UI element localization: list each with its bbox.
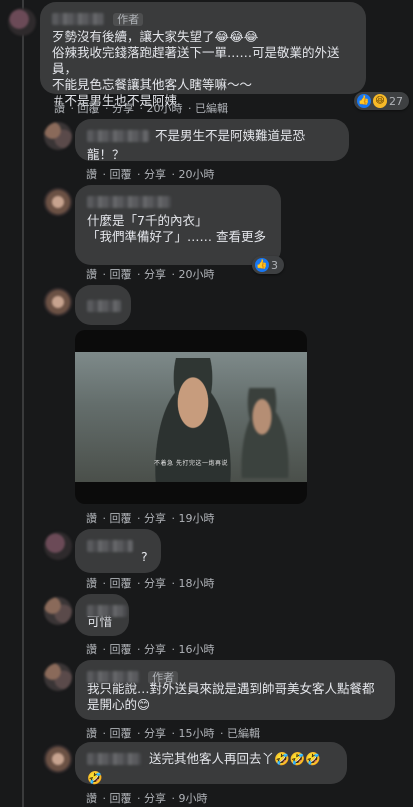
commenter-name[interactable] [87,752,141,765]
reply-link[interactable]: 回覆 [110,643,132,656]
reply-link[interactable]: 回覆 [110,268,132,281]
share-link[interactable]: 分享 [112,102,134,115]
thread-line [22,0,24,807]
like-reaction-icon: 👍 [255,258,269,272]
share-link[interactable]: 分享 [144,643,166,656]
comment-actions: 讚 · 回覆 · 分享 · 18小時 [86,577,215,590]
timestamp[interactable]: 15小時 [179,727,215,740]
comment-actions: 讚 · 回覆 · 分享 · 20小時 [86,268,215,281]
reply-link[interactable]: 回覆 [110,168,132,181]
avatar[interactable] [44,532,72,560]
timestamp[interactable]: 20小時 [147,102,183,115]
avatar[interactable] [44,745,72,773]
like-link[interactable]: 讚 [54,102,65,115]
commenter-name[interactable] [87,129,149,142]
avatar[interactable] [44,597,72,625]
comment-bubble: 不是男生不是阿姨難道是恐龍！？ [75,119,349,162]
avatar[interactable] [44,288,72,316]
share-link[interactable]: 分享 [144,792,166,805]
timestamp[interactable]: 20小時 [179,168,215,181]
share-link[interactable]: 分享 [144,168,166,181]
like-link[interactable]: 讚 [86,643,97,656]
comment-text: 什麼是「7千的內衣」 「我們準備好了」…… 查看更多 [87,213,266,244]
reaction-count: 3 [271,258,278,272]
commenter-name[interactable] [87,539,133,552]
timestamp[interactable]: 18小時 [179,577,215,590]
comment-bubble: 什麼是「7千的內衣」 「我們準備好了」…… 查看更多 [75,185,281,265]
edited-label[interactable]: 已編輯 [195,102,228,115]
haha-reaction-icon: 😆 [373,94,387,108]
reply-link[interactable]: 回覆 [110,512,132,525]
comment-bubble: 送完其他客人再回去丫🤣🤣🤣🤣 [75,742,347,785]
commenter-name[interactable] [52,12,104,25]
commenter-name[interactable] [87,195,171,208]
timestamp[interactable]: 19小時 [179,512,215,525]
reaction-count: 27 [389,94,403,108]
comment-text: 我只能說…對外送員來說是遇到帥哥美女客人點餐都 是開心的😊 [87,681,375,712]
video-subtitle: 不着急 先打完这一炮再说 [154,460,228,467]
reply-link[interactable]: 回覆 [110,792,132,805]
reply-link[interactable]: 回覆 [78,102,100,115]
commenter-name[interactable] [87,299,121,312]
video-attachment[interactable]: 不着急 先打完这一炮再说 [75,330,307,504]
author-badge: 作者 [113,12,144,26]
commenter-name[interactable] [87,670,139,683]
comment-bubble: 可惜 [75,594,129,636]
like-link[interactable]: 讚 [86,268,97,281]
timestamp[interactable]: 9小時 [179,792,208,805]
comment-bubble: ? [75,529,161,573]
comment-actions: 讚 · 回覆 · 分享 · 20小時 · 已編輯 [54,102,228,115]
avatar[interactable] [8,8,36,36]
timestamp[interactable]: 16小時 [179,643,215,656]
like-link[interactable]: 讚 [86,168,97,181]
timestamp[interactable]: 20小時 [179,268,215,281]
comment-actions: 讚 · 回覆 · 分享 · 19小時 [86,512,215,525]
reaction-summary[interactable]: 👍 3 [252,256,284,274]
comment-actions: 讚 · 回覆 · 分享 · 20小時 [86,168,215,181]
comment-actions: 讚 · 回覆 · 分享 · 16小時 [86,643,215,656]
comment-text: ? [141,549,148,564]
share-link[interactable]: 分享 [144,577,166,590]
reaction-summary[interactable]: 👍 😆 27 [354,92,409,110]
comment-text: 歹勢沒有後續，讓大家失望了😂😂😂 俗辣我收完錢落跑趕著送下一單……可是敬業的外送… [52,29,340,108]
avatar[interactable] [44,122,72,150]
comment-bubble: 作者 歹勢沒有後續，讓大家失望了😂😂😂 俗辣我收完錢落跑趕著送下一單……可是敬業… [40,2,366,108]
like-link[interactable]: 讚 [86,577,97,590]
comment-bubble: 作者 我只能說…對外送員來說是遇到帥哥美女客人點餐都 是開心的😊 [75,660,395,720]
like-link[interactable]: 讚 [86,792,97,805]
avatar[interactable] [44,663,72,691]
like-link[interactable]: 讚 [86,727,97,740]
comment-actions: 讚 · 回覆 · 分享 · 15小時 · 已編輯 [86,727,260,740]
comment-bubble [75,285,131,325]
share-link[interactable]: 分享 [144,727,166,740]
reply-link[interactable]: 回覆 [110,577,132,590]
reply-link[interactable]: 回覆 [110,727,132,740]
comment-actions: 讚 · 回覆 · 分享 · 9小時 [86,792,208,805]
avatar[interactable] [44,188,72,216]
share-link[interactable]: 分享 [144,268,166,281]
share-link[interactable]: 分享 [144,512,166,525]
commenter-name[interactable] [87,604,127,617]
edited-label[interactable]: 已編輯 [227,727,260,740]
like-link[interactable]: 讚 [86,512,97,525]
video-frame: 不着急 先打完这一炮再说 [75,352,307,482]
like-reaction-icon: 👍 [357,94,371,108]
